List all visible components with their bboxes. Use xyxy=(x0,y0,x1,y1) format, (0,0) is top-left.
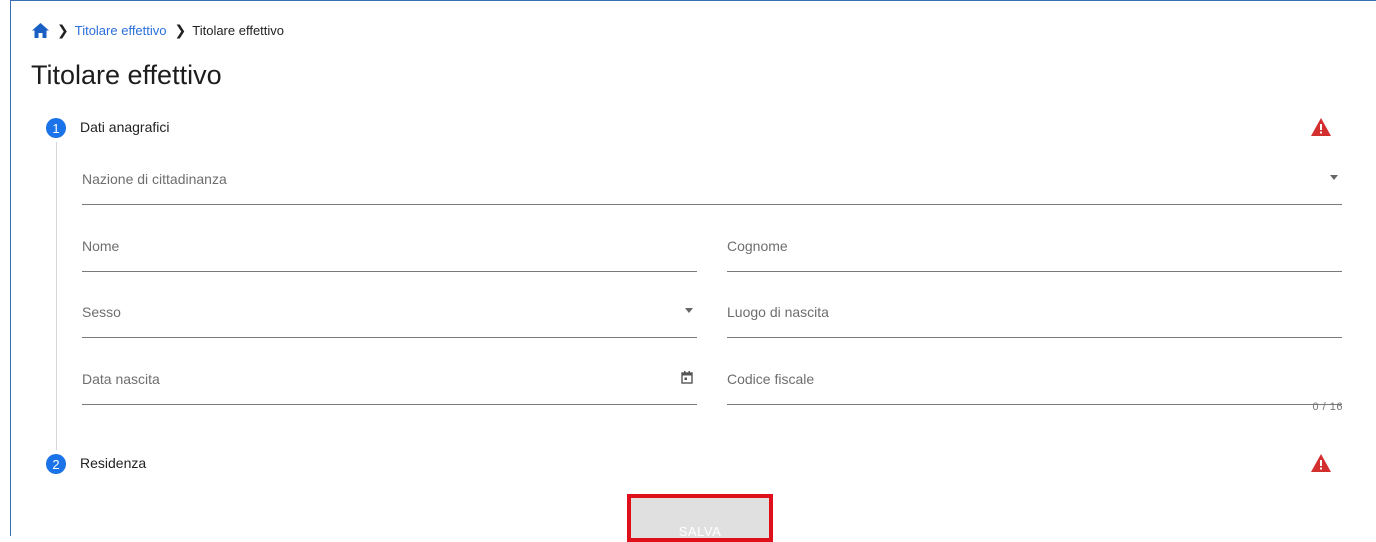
stepper-line xyxy=(56,142,57,450)
nazione-cittadinanza-select[interactable]: Nazione di cittadinanza xyxy=(82,171,1342,205)
page-title: Titolare effettivo xyxy=(31,60,222,90)
chevron-down-icon[interactable] xyxy=(685,308,693,313)
save-button[interactable]: SALVA xyxy=(627,494,773,542)
field-label: Data nascita xyxy=(82,371,160,387)
chevron-right-icon: ❯ xyxy=(174,21,187,38)
breadcrumb-link[interactable]: Titolare effettivo xyxy=(75,23,167,38)
step-label-dati-anagrafici[interactable]: Dati anagrafici xyxy=(80,119,170,135)
home-icon[interactable] xyxy=(32,22,49,38)
character-counter: 0 / 16 xyxy=(1312,401,1343,413)
warning-icon xyxy=(1311,118,1331,136)
breadcrumb-current: Titolare effettivo xyxy=(192,22,285,38)
calendar-icon[interactable] xyxy=(681,371,693,389)
field-label: Cognome xyxy=(727,238,788,254)
step-number[interactable]: 2 xyxy=(46,454,66,474)
field-label: Codice fiscale xyxy=(727,371,815,387)
field-label: Sesso xyxy=(82,304,121,320)
step-label-residenza[interactable]: Residenza xyxy=(80,455,146,471)
field-label: Nazione di cittadinanza xyxy=(82,171,227,187)
save-button-label: SALVA xyxy=(678,524,722,539)
field-label: Luogo di nascita xyxy=(727,304,829,320)
luogo-nascita-field[interactable]: Luogo di nascita xyxy=(727,304,1342,338)
sesso-select[interactable]: Sesso xyxy=(82,304,697,338)
data-nascita-field[interactable]: Data nascita xyxy=(82,371,697,405)
cognome-field[interactable]: Cognome xyxy=(727,238,1342,272)
codice-fiscale-field[interactable]: Codice fiscale xyxy=(727,371,1342,405)
chevron-right-icon: ❯ xyxy=(57,21,69,38)
warning-icon xyxy=(1311,454,1331,472)
chevron-down-icon[interactable] xyxy=(1330,175,1338,180)
nome-field[interactable]: Nome xyxy=(82,238,697,272)
step-number[interactable]: 1 xyxy=(46,118,66,138)
field-label: Nome xyxy=(82,238,120,254)
breadcrumb: ❯ Titolare effettivo ❯ Titolare effettiv… xyxy=(32,20,284,40)
